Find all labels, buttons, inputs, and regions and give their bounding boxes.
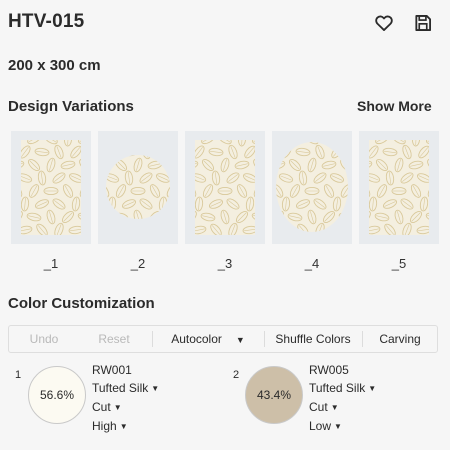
variation-5[interactable] bbox=[359, 131, 439, 244]
cut-dropdown[interactable]: Cut ▼ bbox=[309, 398, 376, 417]
color-code: RW001 bbox=[92, 363, 132, 377]
caret-down-icon: ▼ bbox=[119, 422, 128, 431]
variation-3[interactable] bbox=[185, 131, 265, 244]
variation-4[interactable] bbox=[272, 131, 352, 244]
carving-button[interactable]: Carving bbox=[363, 326, 437, 352]
material-dropdown[interactable]: Tufted Silk ▼ bbox=[309, 379, 376, 398]
color-toolbar: Undo Reset Autocolor ▼ Shuffle Colors Car… bbox=[8, 325, 438, 353]
variation-label: _4 bbox=[304, 256, 320, 271]
variation-1[interactable] bbox=[11, 131, 91, 244]
variation-label: _1 bbox=[43, 256, 59, 271]
reset-button[interactable]: Reset bbox=[79, 326, 149, 352]
caret-down-icon: ▼ bbox=[334, 422, 342, 431]
pile-height-dropdown[interactable]: Low ▼ bbox=[309, 417, 376, 436]
cut-dropdown[interactable]: Cut ▼ bbox=[92, 398, 159, 417]
color-swatch[interactable]: 56.6% bbox=[28, 366, 86, 424]
pile-height-label: High bbox=[92, 419, 117, 433]
pile-height-label: Low bbox=[309, 419, 332, 433]
material-label: Tufted Silk bbox=[92, 381, 149, 395]
autocolor-dropdown[interactable]: Autocolor ▼ bbox=[155, 326, 261, 352]
show-more-link[interactable]: Show More bbox=[357, 98, 432, 114]
color-index: 1 bbox=[15, 369, 22, 381]
variation-label: _5 bbox=[391, 256, 407, 271]
rug-size: 200 x 300 cm bbox=[8, 57, 101, 74]
cut-label: Cut bbox=[92, 400, 111, 414]
caret-down-icon: ▼ bbox=[113, 403, 122, 412]
undo-button[interactable]: Undo bbox=[9, 326, 79, 352]
caret-down-icon: ▼ bbox=[151, 384, 160, 393]
variation-2[interactable] bbox=[98, 131, 178, 244]
shuffle-colors-button[interactable]: Shuffle Colors bbox=[265, 326, 361, 352]
color-customization-title: Color Customization bbox=[8, 295, 155, 312]
design-variations-title: Design Variations bbox=[8, 98, 134, 115]
autocolor-label: Autocolor bbox=[171, 332, 222, 346]
save-icon[interactable] bbox=[413, 13, 433, 33]
caret-down-icon: ▼ bbox=[235, 335, 245, 345]
color-info: RW005 Tufted Silk ▼ Cut ▼ Low ▼ bbox=[309, 361, 376, 436]
heart-icon[interactable] bbox=[374, 13, 394, 33]
color-info: RW001 Tufted Silk ▼ Cut ▼ High ▼ bbox=[92, 361, 159, 436]
product-title: HTV-015 bbox=[8, 11, 85, 32]
toolbar-divider bbox=[152, 331, 153, 347]
cut-label: Cut bbox=[309, 400, 328, 414]
color-code: RW005 bbox=[309, 363, 349, 377]
variation-label: _2 bbox=[130, 256, 146, 271]
color-swatch[interactable]: 43.4% bbox=[245, 366, 303, 424]
variation-label: _3 bbox=[217, 256, 233, 271]
caret-down-icon: ▼ bbox=[368, 384, 377, 393]
material-label: Tufted Silk bbox=[309, 381, 366, 395]
pile-height-dropdown[interactable]: High ▼ bbox=[92, 417, 159, 436]
caret-down-icon: ▼ bbox=[330, 403, 339, 412]
material-dropdown[interactable]: Tufted Silk ▼ bbox=[92, 379, 159, 398]
color-index: 2 bbox=[233, 369, 240, 381]
